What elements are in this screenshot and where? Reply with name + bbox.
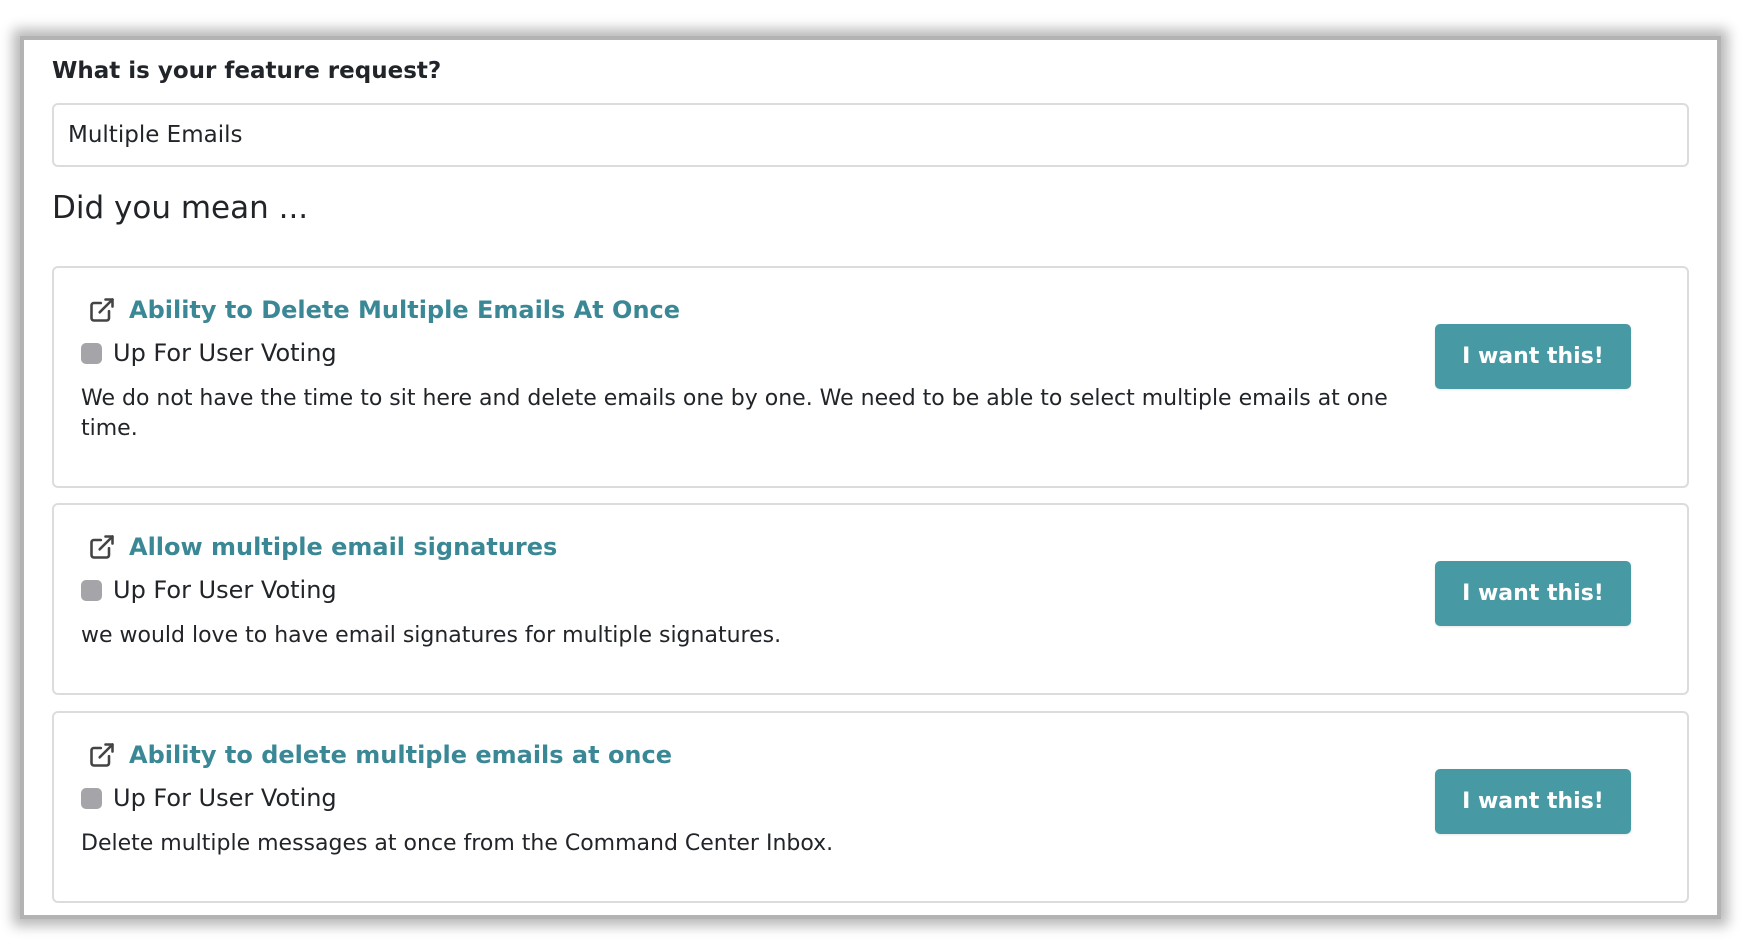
feature-request-label: What is your feature request? bbox=[52, 58, 442, 84]
did-you-mean-heading: Did you mean ... bbox=[52, 190, 309, 226]
suggestion-status: Up For User Voting bbox=[81, 576, 337, 604]
suggestion-title-row: Ability to Delete Multiple Emails At Onc… bbox=[88, 296, 680, 324]
i-want-this-button[interactable]: I want this! bbox=[1435, 324, 1631, 389]
suggestion-status: Up For User Voting bbox=[81, 784, 337, 812]
suggestion-card: Allow multiple email signatures Up For U… bbox=[52, 503, 1689, 695]
suggestion-description: we would love to have email signatures f… bbox=[81, 623, 782, 648]
status-label: Up For User Voting bbox=[113, 576, 337, 604]
i-want-this-button[interactable]: I want this! bbox=[1435, 769, 1631, 834]
suggestion-description: Delete multiple messages at once from th… bbox=[81, 831, 834, 856]
suggestion-card: Ability to Delete Multiple Emails At Onc… bbox=[52, 266, 1689, 488]
suggestion-title-link[interactable]: Allow multiple email signatures bbox=[129, 533, 557, 561]
feature-request-panel: What is your feature request? Did you me… bbox=[20, 36, 1721, 919]
suggestion-card: Ability to delete multiple emails at onc… bbox=[52, 711, 1689, 903]
status-dot-icon bbox=[81, 342, 102, 364]
i-want-this-button[interactable]: I want this! bbox=[1435, 561, 1631, 626]
suggestion-status: Up For User Voting bbox=[81, 339, 337, 367]
suggestion-title-row: Ability to delete multiple emails at onc… bbox=[88, 741, 672, 769]
suggestion-title-link[interactable]: Ability to delete multiple emails at onc… bbox=[129, 741, 672, 769]
suggestion-title-link[interactable]: Ability to Delete Multiple Emails At Onc… bbox=[129, 296, 680, 324]
status-dot-icon bbox=[81, 579, 102, 601]
external-link-icon[interactable] bbox=[88, 296, 116, 324]
external-link-icon[interactable] bbox=[88, 533, 116, 561]
panel-content: What is your feature request? Did you me… bbox=[52, 40, 1689, 915]
external-link-icon[interactable] bbox=[88, 741, 116, 769]
status-label: Up For User Voting bbox=[113, 784, 337, 812]
suggestion-title-row: Allow multiple email signatures bbox=[88, 533, 557, 561]
status-label: Up For User Voting bbox=[113, 339, 337, 367]
status-dot-icon bbox=[81, 787, 102, 809]
feature-request-input[interactable] bbox=[52, 103, 1689, 167]
suggestion-description: We do not have the time to sit here and … bbox=[81, 386, 1388, 441]
